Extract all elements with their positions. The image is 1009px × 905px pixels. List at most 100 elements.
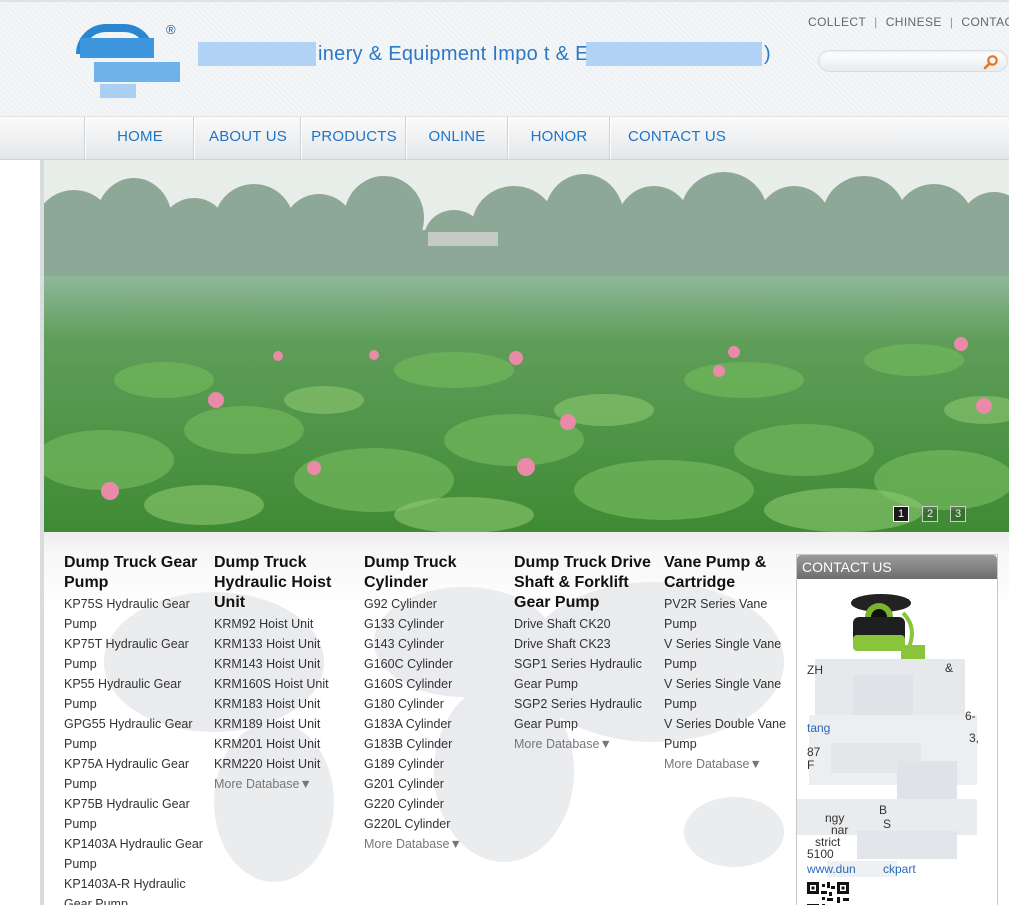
product-link[interactable]: KRM189 Hoist Unit	[214, 714, 356, 734]
qr-code-icon	[807, 882, 849, 905]
product-link[interactable]: KP75B Hydraulic Gear Pump	[64, 794, 206, 834]
category-title[interactable]: Vane Pump & Cartridge	[664, 553, 794, 593]
product-link[interactable]: G201 Cylinder	[364, 774, 506, 794]
product-link[interactable]: KP75A Hydraulic Gear Pump	[64, 754, 206, 794]
contact-text-fragment: 87	[807, 745, 821, 759]
product-link[interactable]: GPG55 Hydraulic Gear Pump	[64, 714, 206, 754]
category-links: G92 Cylinder G133 Cylinder G143 Cylinder…	[364, 594, 506, 854]
category-title[interactable]: Dump Truck Cylinder	[364, 553, 506, 593]
separator: |	[874, 15, 878, 29]
banner-page-1[interactable]: 1	[893, 506, 909, 522]
contact-panel-title: CONTACT US	[797, 555, 997, 579]
logo-blur-block	[80, 38, 154, 58]
category-column: Dump Truck Hydraulic Hoist Unit KRM92 Ho…	[214, 553, 356, 794]
nav-item-products[interactable]: PRODUCTS	[302, 117, 406, 159]
chinese-link[interactable]: CHINESE	[886, 15, 942, 29]
category-links: Drive Shaft CK20 Drive Shaft CK23 SGP1 S…	[514, 614, 656, 754]
product-link[interactable]: KRM220 Hoist Unit	[214, 754, 356, 774]
category-column: Dump Truck Drive Shaft & Forklift Gear P…	[514, 553, 656, 754]
product-link[interactable]: KP75S Hydraulic Gear Pump	[64, 594, 206, 634]
nav-item-about-us[interactable]: ABOUT US	[195, 117, 301, 159]
contact-text-fragment: B	[879, 803, 888, 817]
product-link[interactable]: KP1403A Hydraulic Gear Pump	[64, 834, 206, 874]
separator: |	[949, 15, 954, 29]
category-links: KRM92 Hoist Unit KRM133 Hoist Unit KRM14…	[214, 614, 356, 794]
contact-link[interactable]: CONTACT	[961, 15, 1009, 29]
contact-text-fragment: 3,	[969, 731, 980, 745]
website-link[interactable]: www.dun	[807, 862, 856, 876]
category-title[interactable]: Dump Truck Drive Shaft & Forklift Gear P…	[514, 553, 656, 613]
banner-lotus-pond-image	[44, 160, 1009, 532]
contact-text-fragment: F	[807, 758, 815, 772]
product-link[interactable]: G133 Cylinder	[364, 614, 506, 634]
nav-item-contact-us[interactable]: CONTACT US	[611, 117, 743, 159]
product-link[interactable]: G160S Cylinder	[364, 674, 506, 694]
product-link[interactable]: SGP1 Series Hydraulic Gear Pump	[514, 654, 656, 694]
category-title[interactable]: Dump Truck Gear Pump	[64, 553, 206, 593]
logo-blur-block	[94, 62, 180, 82]
magnifier-icon[interactable]	[983, 54, 999, 70]
category-title[interactable]: Dump Truck Hydraulic Hoist Unit	[214, 553, 356, 613]
company-name: inery & Equipment Impo t & E )	[198, 42, 771, 66]
company-name-text: inery & Equipment Impo t & E	[318, 43, 589, 65]
product-link[interactable]: G180 Cylinder	[364, 694, 506, 714]
product-link[interactable]: SGP2 Series Hydraulic Gear Pump	[514, 694, 656, 734]
nav-item-honor[interactable]: HONOR	[509, 117, 609, 159]
contact-text-fragment: ZH	[807, 663, 823, 677]
top-links: COLLECT | CHINESE | CONTACT	[808, 15, 1009, 29]
more-database-link[interactable]: More Database▼	[514, 734, 656, 754]
category-column: Dump Truck Cylinder G92 Cylinder G133 Cy…	[364, 553, 506, 854]
logo-blur-block	[100, 84, 136, 98]
product-link[interactable]: G220 Cylinder	[364, 794, 506, 814]
product-link[interactable]: Drive Shaft CK20	[514, 614, 656, 634]
product-link[interactable]: V Series Double Vane Pump	[664, 714, 794, 754]
product-link[interactable]: Drive Shaft CK23	[514, 634, 656, 654]
product-link[interactable]: KRM133 Hoist Unit	[214, 634, 356, 654]
product-link[interactable]: G183A Cylinder	[364, 714, 506, 734]
category-column: Vane Pump & Cartridge PV2R Series Vane P…	[664, 553, 794, 774]
product-link[interactable]: G183B Cylinder	[364, 734, 506, 754]
website-link[interactable]: ckpart	[883, 862, 916, 876]
product-link[interactable]: KRM183 Hoist Unit	[214, 694, 356, 714]
nav-item-online[interactable]: ONLINE	[407, 117, 507, 159]
contact-text-fragment: &	[945, 661, 954, 675]
product-section: Dump Truck Gear Pump KP75S Hydraulic Gea…	[44, 532, 1009, 905]
registered-mark: ®	[166, 22, 176, 37]
product-link[interactable]: G92 Cylinder	[364, 594, 506, 614]
category-links: KP75S Hydraulic Gear Pump KP75T Hydrauli…	[64, 594, 206, 905]
more-database-link[interactable]: More Database▼	[664, 754, 794, 774]
banner-page-3[interactable]: 3	[950, 506, 966, 522]
contact-text-fragment: tang	[807, 721, 831, 735]
banner-slideshow[interactable]: 1 2 3	[44, 160, 1009, 532]
product-link[interactable]: KP1403A-R Hydraulic Gear Pump	[64, 874, 206, 905]
collect-link[interactable]: COLLECT	[808, 15, 866, 29]
redaction-block	[586, 42, 762, 66]
search-input[interactable]	[827, 53, 977, 69]
nav-item-home[interactable]: HOME	[86, 117, 194, 159]
product-link[interactable]: G189 Cylinder	[364, 754, 506, 774]
product-link[interactable]: KRM201 Hoist Unit	[214, 734, 356, 754]
redaction-block	[853, 675, 913, 715]
redaction-block	[897, 761, 957, 801]
company-name-paren: )	[764, 43, 771, 65]
product-link[interactable]: G220L Cylinder	[364, 814, 506, 834]
company-logo[interactable]: ®	[74, 22, 184, 98]
category-links: PV2R Series Vane Pump V Series Single Va…	[664, 594, 794, 774]
product-link[interactable]: KRM92 Hoist Unit	[214, 614, 356, 634]
redaction-block	[857, 831, 957, 859]
product-link[interactable]: G143 Cylinder	[364, 634, 506, 654]
product-link[interactable]: V Series Single Vane Pump	[664, 634, 794, 674]
left-margin-strip	[0, 160, 44, 905]
product-link[interactable]: V Series Single Vane Pump	[664, 674, 794, 714]
product-link[interactable]: KP75T Hydraulic Gear Pump	[64, 634, 206, 674]
product-link[interactable]: G160C Cylinder	[364, 654, 506, 674]
more-database-link[interactable]: More Database▼	[214, 774, 356, 794]
contact-panel: CONTACT US ZH & 6- tang 3, 87 F ngy B na…	[796, 554, 998, 905]
banner-page-2[interactable]: 2	[922, 506, 938, 522]
product-link[interactable]: KRM160S Hoist Unit	[214, 674, 356, 694]
search-box	[818, 50, 1008, 72]
product-link[interactable]: KP55 Hydraulic Gear Pump	[64, 674, 206, 714]
product-link[interactable]: KRM143 Hoist Unit	[214, 654, 356, 674]
more-database-link[interactable]: More Database▼	[364, 834, 506, 854]
product-link[interactable]: PV2R Series Vane Pump	[664, 594, 794, 634]
